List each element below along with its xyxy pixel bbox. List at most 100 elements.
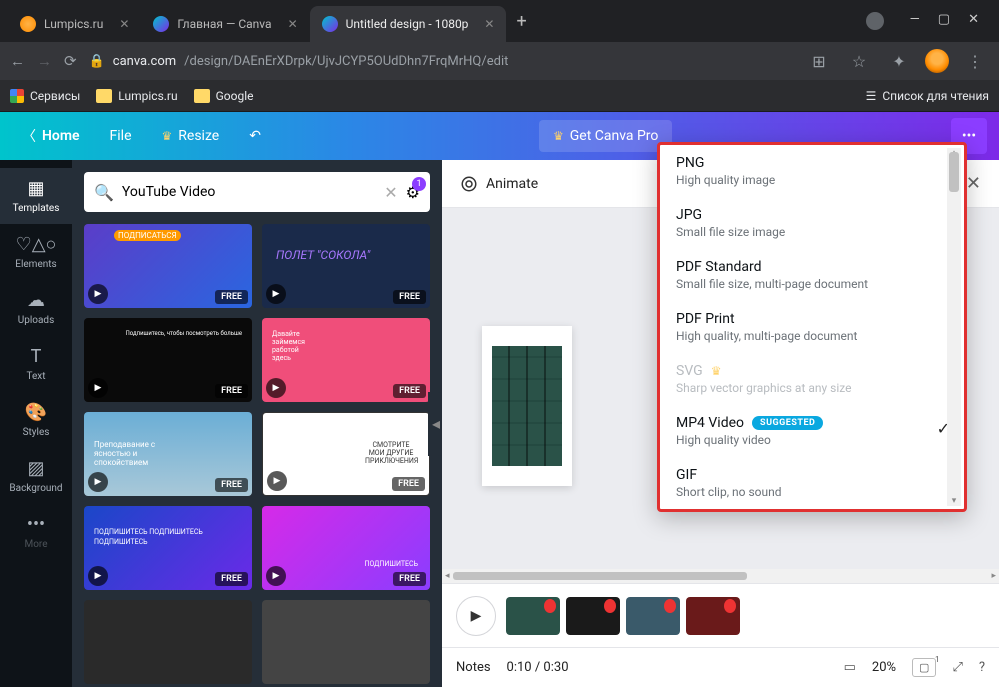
side-rail: ▦Templates ♡△○Elements ☁Uploads TText 🎨S… — [0, 160, 72, 687]
browser-tab[interactable]: Главная — Canva ✕ — [141, 6, 309, 42]
extensions-icon[interactable]: ✦ — [885, 47, 913, 75]
notes-button[interactable]: Notes — [456, 660, 491, 675]
play-icon: ▶ — [267, 471, 287, 491]
close-panel-button[interactable]: ✕ — [966, 173, 981, 194]
template-card[interactable]: СМОТРИТЕ МОИ ДРУГИЕ ПРИКЛЮЧЕНИЯ▶FREE — [262, 412, 430, 496]
close-window-icon[interactable]: ✕ — [968, 12, 979, 30]
template-grid: ПОДПИСАТЬСЯ▶FREE ПОЛЕТ "СОКОЛА"▶FREE Под… — [84, 224, 430, 684]
scrollbar-thumb[interactable] — [949, 152, 959, 192]
filetype-option-pdf-print[interactable]: PDF Print High quality, multi-page docum… — [660, 301, 964, 353]
new-tab-button[interactable]: + — [506, 11, 536, 32]
search-icon: 🔍 — [94, 183, 114, 202]
close-tab-icon[interactable]: ✕ — [288, 17, 298, 31]
balloon-icon — [604, 599, 616, 613]
search-input[interactable] — [122, 184, 376, 200]
menu-icon[interactable]: ⋮ — [961, 47, 989, 75]
more-icon: ••• — [27, 514, 45, 535]
template-card[interactable] — [84, 600, 252, 684]
animate-button[interactable]: Animate — [460, 175, 538, 193]
rail-background[interactable]: ▨Background — [0, 448, 72, 504]
filetype-option-png[interactable]: PNG High quality image — [660, 145, 964, 197]
bookmark-folder[interactable]: Google — [194, 89, 254, 103]
timeline-frame[interactable] — [626, 597, 680, 635]
design-page[interactable] — [482, 326, 572, 486]
templates-icon: ▦ — [27, 178, 44, 199]
template-card[interactable] — [262, 600, 430, 684]
rail-text[interactable]: TText — [0, 336, 72, 392]
back-button[interactable]: ← — [10, 52, 25, 70]
filetype-option-svg[interactable]: SVG♛ Sharp vector graphics at any size — [660, 353, 964, 405]
file-type-dropdown[interactable]: PNG High quality image JPG Small file si… — [657, 142, 967, 512]
zoom-level[interactable]: 20% — [872, 660, 896, 675]
view-mode-icon[interactable]: ▭ — [844, 660, 856, 675]
template-card[interactable]: ПОДПИСАТЬСЯ▶FREE — [84, 224, 252, 308]
filter-button[interactable]: ⚙ — [406, 183, 420, 202]
filetype-option-jpg[interactable]: JPG Small file size image — [660, 197, 964, 249]
page-count-button[interactable]: ▢ — [912, 658, 936, 677]
browser-tab[interactable]: Lumpics.ru ✕ — [8, 6, 141, 42]
reading-list-button[interactable]: ☰Список для чтения — [866, 89, 989, 103]
tab-title: Lumpics.ru — [44, 17, 103, 31]
close-tab-icon[interactable]: ✕ — [484, 17, 494, 31]
template-card[interactable]: ПОЛЕТ "СОКОЛА"▶FREE — [262, 224, 430, 308]
maximize-icon[interactable]: ▢ — [938, 12, 950, 30]
template-search[interactable]: 🔍 ✕ ⚙ — [84, 172, 430, 212]
balloon-icon — [664, 599, 676, 613]
guest-icon[interactable] — [866, 12, 884, 30]
forward-button[interactable]: → — [37, 52, 52, 70]
rail-more[interactable]: •••More — [0, 504, 72, 560]
url-field[interactable]: 🔒 canva.com/design/DAEnErXDrpk/UjvJCYP5O… — [89, 54, 793, 69]
template-card[interactable]: Преподавание с ясностью и спокойствием▶F… — [84, 412, 252, 496]
help-icon[interactable]: ? — [979, 660, 985, 675]
rail-templates[interactable]: ▦Templates — [0, 168, 72, 224]
timeline-frame[interactable] — [686, 597, 740, 635]
home-button[interactable]: 〈Home — [12, 120, 90, 152]
collapse-panel-handle[interactable]: ◂ — [428, 392, 442, 456]
fullscreen-icon[interactable]: ⤢ — [952, 660, 962, 675]
undo-button[interactable]: ↶ — [239, 122, 271, 150]
template-card[interactable]: Подпишитесь, чтобы посмотреть больше▶FRE… — [84, 318, 252, 402]
tab-title: Главная — Canva — [177, 17, 271, 31]
favicon — [153, 16, 169, 32]
template-card[interactable]: ПОДПИШИТЕСЬ ПОДПИШИТЕСЬ ПОДПИШИТЕСЬ▶FREE — [84, 506, 252, 590]
chevron-left-icon: 〈 — [22, 126, 36, 146]
clear-icon[interactable]: ✕ — [384, 183, 397, 202]
translate-icon[interactable]: ⊞ — [805, 47, 833, 75]
crown-icon: ♛ — [553, 129, 564, 143]
elements-icon: ♡△○ — [16, 234, 57, 255]
profile-avatar[interactable] — [925, 49, 949, 73]
get-canva-pro-button[interactable]: ♛Get Canva Pro — [539, 120, 672, 152]
crown-icon: ♛ — [711, 364, 722, 378]
rail-elements[interactable]: ♡△○Elements — [0, 224, 72, 280]
horizontal-scrollbar[interactable]: ◂▸ — [442, 569, 999, 583]
timeline-frame[interactable] — [566, 597, 620, 635]
browser-tab-active[interactable]: Untitled design - 1080p ✕ — [310, 6, 507, 42]
filetype-option-mp4[interactable]: MP4 VideoSUGGESTED High quality video ✓ — [660, 405, 964, 457]
rail-styles[interactable]: 🎨Styles — [0, 392, 72, 448]
bookmarks-bar: Сервисы Lumpics.ru Google ☰Список для чт… — [0, 80, 999, 112]
rail-uploads[interactable]: ☁Uploads — [0, 280, 72, 336]
dropdown-scrollbar[interactable]: ▴ ▾ — [947, 148, 961, 506]
file-menu[interactable]: File — [100, 122, 142, 150]
list-icon: ☰ — [866, 89, 877, 103]
bookmark-folder[interactable]: Lumpics.ru — [96, 89, 177, 103]
template-card[interactable]: Давайте займемся работой здесь▶FREE — [262, 318, 430, 402]
filetype-option-gif[interactable]: GIF Short clip, no sound — [660, 457, 964, 509]
favicon — [20, 16, 36, 32]
play-icon: ▶ — [266, 566, 286, 586]
apps-shortcut[interactable]: Сервисы — [10, 89, 80, 103]
play-button[interactable]: ▶ — [456, 596, 496, 636]
bookmark-star-icon[interactable]: ☆ — [845, 47, 873, 75]
video-element[interactable] — [492, 346, 562, 466]
reload-button[interactable]: ⟳ — [64, 52, 77, 70]
timeline: ▶ — [442, 583, 999, 647]
filetype-option-pdf-standard[interactable]: PDF Standard Small file size, multi-page… — [660, 249, 964, 301]
timeline-frame[interactable] — [506, 597, 560, 635]
crown-icon: ♛ — [162, 129, 173, 143]
template-card[interactable]: ПОДПИШИТЕСЬ▶FREE — [262, 506, 430, 590]
uploads-icon: ☁ — [27, 290, 45, 311]
minimize-icon[interactable]: — — [910, 12, 920, 30]
resize-button[interactable]: ♛Resize — [152, 122, 230, 150]
balloon-icon — [724, 599, 736, 613]
close-tab-icon[interactable]: ✕ — [119, 17, 129, 31]
